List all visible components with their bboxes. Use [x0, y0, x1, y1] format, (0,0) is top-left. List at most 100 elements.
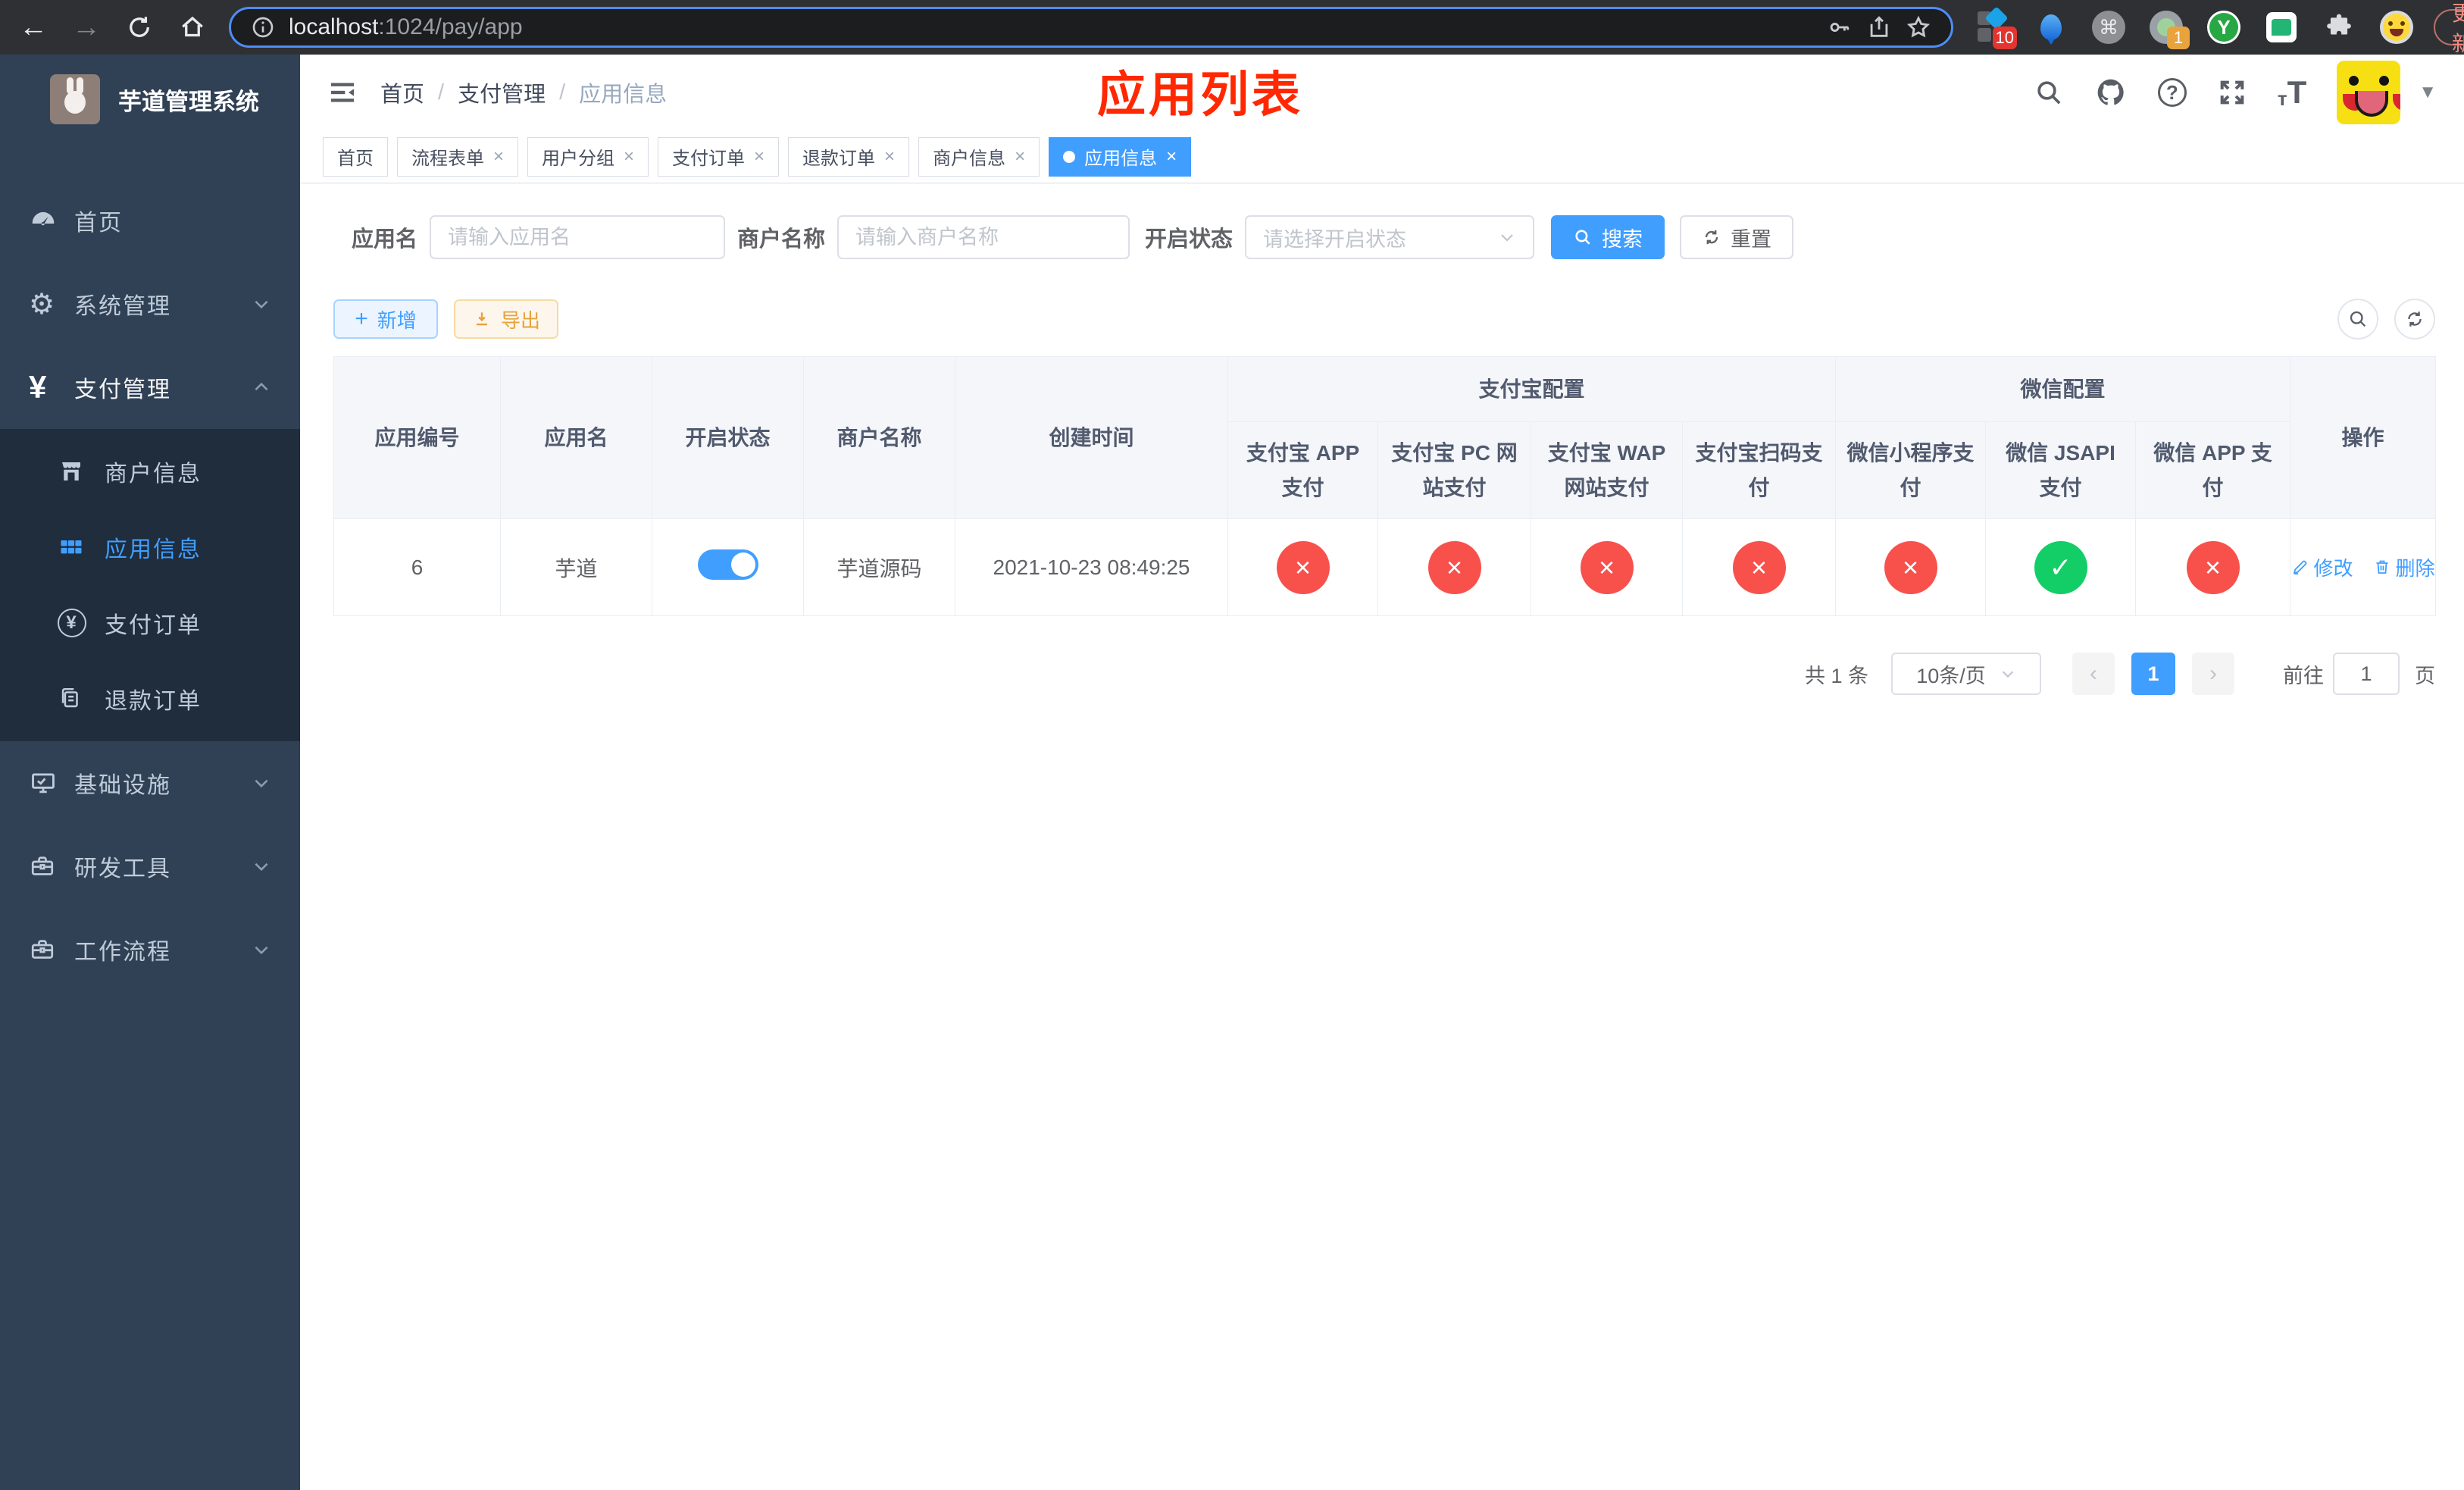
- status-label: 开启状态: [1145, 227, 1234, 252]
- status-select[interactable]: 请选择开启状态: [1245, 215, 1535, 259]
- cell-id: 6: [333, 518, 501, 616]
- emoji-profile-avatar[interactable]: [2379, 10, 2414, 45]
- browser-back-button[interactable]: ←: [17, 11, 50, 44]
- fullscreen-icon[interactable]: [2217, 77, 2247, 108]
- balloon-extension-icon[interactable]: [2034, 10, 2068, 45]
- extensions-puzzle-icon[interactable]: [2322, 10, 2356, 45]
- sidebar-item-workflow[interactable]: 工作流程: [0, 908, 300, 991]
- share-icon[interactable]: [1866, 14, 1892, 40]
- toolbox-icon: [29, 853, 64, 880]
- sidebar-item-pay-order[interactable]: ¥ 支付订单: [0, 585, 300, 661]
- close-icon[interactable]: ×: [1166, 146, 1177, 167]
- sidebar-item-infrastructure[interactable]: 基础设施: [0, 741, 300, 825]
- download-icon: [476, 312, 488, 326]
- browser-home-button[interactable]: [176, 11, 209, 44]
- export-button[interactable]: 导出: [454, 299, 558, 339]
- sidebar-item-merchant-info[interactable]: 商户信息: [0, 434, 300, 509]
- chevron-down-icon: [2000, 665, 2016, 682]
- close-icon[interactable]: ×: [1015, 146, 1025, 167]
- goto-page-input[interactable]: [2333, 653, 2400, 695]
- search-button[interactable]: 搜索: [1551, 215, 1665, 259]
- extensions-area: 10 ⌘ 1 Y: [1976, 6, 2414, 49]
- breadcrumb-payment[interactable]: 支付管理: [458, 77, 546, 108]
- close-icon[interactable]: ×: [493, 146, 504, 167]
- refresh-icon: [2408, 311, 2422, 327]
- tab-process-form[interactable]: 流程表单 ×: [397, 136, 519, 177]
- address-bar[interactable]: localhost:1024/pay/app: [229, 7, 1953, 48]
- grid-icon: [58, 534, 91, 561]
- cell-alipay-app: ×: [1227, 518, 1378, 616]
- cell-alipay-wap: ×: [1531, 518, 1683, 616]
- col-header-alipay-wap: 支付宝 WAP 网站支付: [1531, 421, 1683, 519]
- col-header-wechat-mini: 微信小程序支付: [1835, 421, 1987, 519]
- close-icon[interactable]: ×: [624, 146, 634, 167]
- pin-extension-icon[interactable]: 10: [1976, 6, 2017, 49]
- github-icon[interactable]: [2094, 76, 2128, 109]
- user-avatar[interactable]: [2337, 61, 2401, 124]
- tab-merchant-info[interactable]: 商户信息 ×: [918, 136, 1040, 177]
- refresh-table-button[interactable]: [2394, 299, 2435, 340]
- app-logo[interactable]: 芋道管理系统: [0, 55, 300, 142]
- table-tools: [2337, 299, 2435, 340]
- add-button[interactable]: + 新增: [333, 299, 438, 339]
- avatar-caret-icon[interactable]: ▼: [2419, 82, 2437, 103]
- merchant-name-input[interactable]: [837, 215, 1130, 259]
- refresh-icon: [1705, 230, 1718, 245]
- close-icon[interactable]: ×: [884, 146, 895, 167]
- bookmark-star-icon[interactable]: [1906, 14, 1931, 40]
- toggle-search-button[interactable]: [2337, 299, 2378, 340]
- app-name-input[interactable]: [430, 215, 726, 259]
- tab-refund-order[interactable]: 退款订单 ×: [788, 136, 910, 177]
- close-icon[interactable]: ×: [754, 146, 765, 167]
- tab-home[interactable]: 首页: [323, 136, 388, 177]
- sidebar-item-app-info[interactable]: 应用信息: [0, 509, 300, 585]
- browser-toolbar: ← → localhost:1024/pay/app 10 ⌘ 1 Y 更新: [0, 0, 2464, 55]
- cell-name: 芋道: [500, 518, 652, 616]
- next-page-button[interactable]: ›: [2192, 653, 2234, 695]
- tab-user-group[interactable]: 用户分组 ×: [527, 136, 649, 177]
- password-key-icon[interactable]: [1827, 14, 1853, 40]
- y-extension-icon[interactable]: Y: [2206, 10, 2241, 45]
- search-icon[interactable]: [2034, 77, 2064, 108]
- url-text[interactable]: localhost:1024/pay/app: [289, 14, 1813, 40]
- document-icon: [58, 686, 91, 712]
- col-group-wechat: 微信配置: [1835, 356, 2291, 422]
- sidebar-menu: 首页 ⚙ 系统管理 ¥ 支付管理 商户信息 应用信息 ¥ 支付订单 退款订单 基…: [0, 179, 300, 991]
- sidebar-item-system[interactable]: ⚙ 系统管理: [0, 262, 300, 346]
- sidebar-collapse-icon[interactable]: [327, 77, 358, 108]
- toolbox-icon: [29, 936, 64, 963]
- tab-app-info[interactable]: 应用信息 ×: [1049, 136, 1192, 177]
- sidebar-item-payment[interactable]: ¥ 支付管理: [0, 346, 300, 429]
- prev-page-button[interactable]: ‹: [2072, 653, 2115, 695]
- delete-link[interactable]: 删除: [2373, 553, 2435, 581]
- chat-extension-icon[interactable]: [2264, 10, 2299, 45]
- dashboard-icon: [29, 206, 64, 235]
- edit-link[interactable]: 修改: [2291, 553, 2353, 581]
- app-name-label: 应用名: [352, 227, 418, 252]
- col-header-status: 开启状态: [652, 356, 804, 519]
- sidebar-item-home[interactable]: 首页: [0, 179, 300, 262]
- status-toggle[interactable]: [697, 549, 758, 580]
- tab-pay-order[interactable]: 支付订单 ×: [658, 136, 780, 177]
- col-header-merchant: 商户名称: [803, 356, 955, 519]
- page-size-select[interactable]: 10条/页: [1891, 653, 2041, 695]
- active-dot: [1063, 150, 1076, 163]
- col-header-alipay-qr: 支付宝扫码支付: [1681, 421, 1837, 519]
- browser-update-button[interactable]: 更新: [2434, 2, 2464, 55]
- page-suffix-label: 页: [2415, 664, 2435, 687]
- command-extension-icon[interactable]: ⌘: [2091, 10, 2126, 45]
- breadcrumb-home[interactable]: 首页: [380, 77, 424, 108]
- font-size-icon[interactable]: тT: [2278, 77, 2306, 109]
- help-icon[interactable]: ?: [2157, 78, 2187, 107]
- sidebar-item-dev-tools[interactable]: 研发工具: [0, 825, 300, 908]
- reset-button[interactable]: 重置: [1680, 215, 1794, 259]
- cell-wechat-jsapi: ✓: [1985, 518, 2137, 616]
- profile-badge: 1: [2167, 27, 2190, 49]
- site-info-icon[interactable]: [251, 15, 275, 39]
- current-page-button[interactable]: 1: [2131, 653, 2175, 695]
- browser-forward-button[interactable]: →: [70, 11, 103, 44]
- app-title: 芋道管理系统: [118, 88, 259, 115]
- profile-extension-icon[interactable]: 1: [2149, 10, 2190, 49]
- sidebar-item-refund-order[interactable]: 退款订单: [0, 661, 300, 737]
- browser-reload-button[interactable]: [123, 11, 156, 44]
